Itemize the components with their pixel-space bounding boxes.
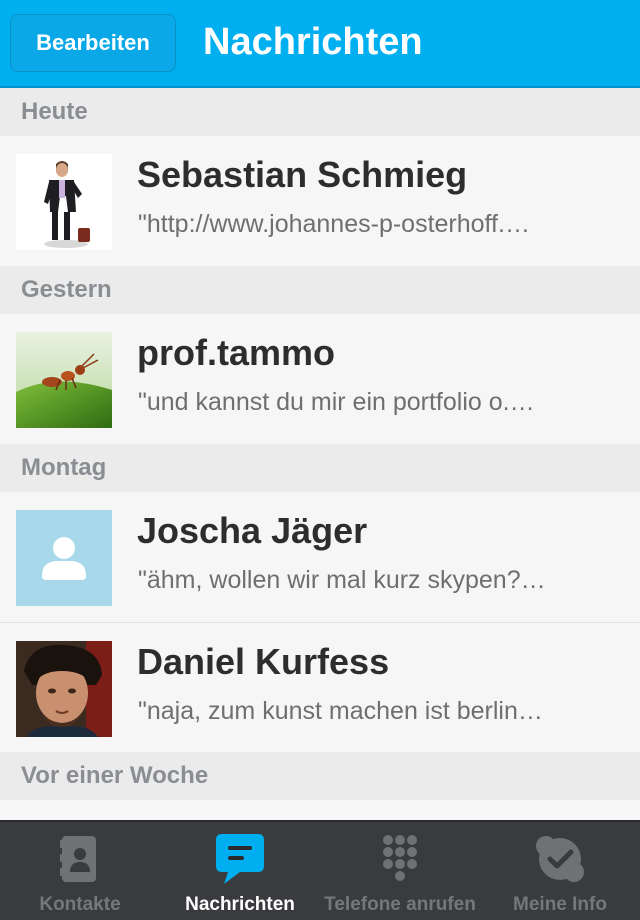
tab-label: Meine Info (513, 894, 607, 915)
section-header-gestern: Gestern (0, 266, 640, 314)
contact-name: Joscha Jäger (137, 510, 368, 551)
conversation-row[interactable]: prof.tammo "und kannst du mir ein portfo… (0, 314, 640, 444)
chat-bubble-icon (210, 832, 270, 888)
tab-label: Telefone anrufen (324, 894, 476, 915)
tab-label: Nachrichten (185, 894, 295, 915)
skype-check-icon (530, 832, 590, 888)
tab-bar: Kontakte Nachrichten Telefone anrufen Me… (0, 820, 640, 920)
contact-name: prof.tammo (137, 332, 335, 373)
tab-label: Kontakte (39, 894, 121, 915)
conversation-list[interactable]: Heute Sebastian Schmieg "http://www.joha… (0, 88, 640, 820)
avatar (16, 641, 112, 737)
tab-telefone-anrufen[interactable]: Telefone anrufen (320, 822, 480, 920)
avatar (16, 332, 112, 428)
avatar (16, 154, 112, 250)
navigation-bar: Bearbeiten Nachrichten (0, 0, 640, 88)
message-preview: "und kannst du mir ein portfolio o.… (138, 388, 535, 416)
edit-button[interactable]: Bearbeiten (10, 14, 176, 72)
tab-nachrichten[interactable]: Nachrichten (160, 822, 320, 920)
message-preview: "ähm, wollen wir mal kurz skypen?… (138, 566, 546, 594)
tab-meine-info[interactable]: Meine Info (480, 822, 640, 920)
default-person-icon (16, 510, 112, 606)
page-title: Nachrichten (203, 21, 423, 63)
dialpad-icon (370, 832, 430, 888)
contacts-book-icon (50, 832, 110, 888)
contact-name: Sebastian Schmieg (137, 154, 468, 195)
section-header-heute: Heute (0, 88, 640, 136)
conversation-row[interactable]: Daniel Kurfess "naja, zum kunst machen i… (0, 622, 640, 752)
contact-name: Daniel Kurfess (137, 641, 390, 682)
message-preview: "naja, zum kunst machen ist berlin… (138, 697, 543, 725)
section-header-vor-einer-woche: Vor einer Woche (0, 752, 640, 800)
conversation-row[interactable]: Sebastian Schmieg "http://www.johannes-p… (0, 136, 640, 266)
conversation-row[interactable]: Joscha Jäger "ähm, wollen wir mal kurz s… (0, 492, 640, 622)
section-header-montag: Montag (0, 444, 640, 492)
tab-kontakte[interactable]: Kontakte (0, 822, 160, 920)
message-preview: "http://www.johannes-p-osterhoff.… (138, 210, 530, 238)
